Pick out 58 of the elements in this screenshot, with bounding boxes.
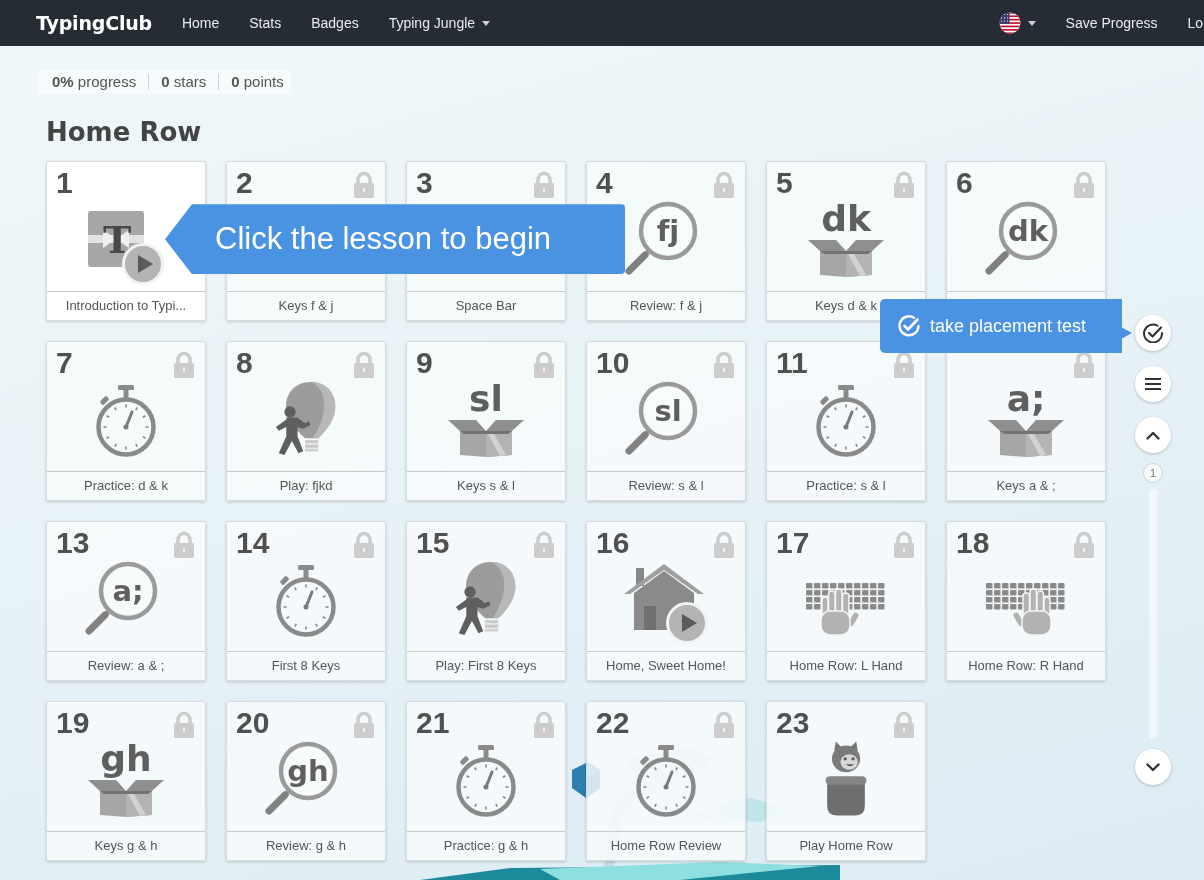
lesson-title: Home Row Review	[587, 831, 745, 861]
lesson-number: 10	[596, 348, 630, 379]
lesson-number: 22	[596, 708, 630, 739]
lesson-title: Keys a & ;	[947, 471, 1105, 501]
lesson-number: 1	[56, 168, 73, 199]
lesson-title: Play Home Row	[767, 831, 925, 861]
lesson-title: Play: First 8 Keys	[407, 651, 565, 681]
lesson-title: Keys g & h	[47, 831, 205, 861]
lesson-number: 18	[956, 528, 990, 559]
lesson-number: 9	[416, 348, 433, 379]
lesson-title: Practice: g & h	[407, 831, 565, 861]
lesson-title: Introduction to Typi...	[47, 291, 205, 321]
lesson-title: Review: s & l	[587, 471, 745, 501]
lesson-number: 13	[56, 528, 90, 559]
lesson-number: 11	[776, 348, 808, 379]
lesson-number: 8	[236, 348, 253, 379]
lesson-number: 17	[776, 528, 810, 559]
key-letters: fj	[655, 212, 681, 250]
lesson-number: 21	[416, 708, 450, 739]
lesson-title: Play: fjkd	[227, 471, 385, 501]
key-letters: dk	[1006, 212, 1050, 250]
lesson-title: Home Row: L Hand	[767, 651, 925, 681]
hint-tooltip: Click the lesson to begin	[165, 204, 625, 275]
lesson-number: 23	[776, 708, 810, 739]
lesson-number: 2	[236, 168, 253, 199]
lesson-title: Review: a & ;	[47, 651, 205, 681]
stat-text: 0 stars	[161, 72, 207, 92]
key-letters: a;	[111, 572, 145, 610]
lesson-title: Home Row: R Hand	[947, 651, 1105, 681]
lesson-number: 7	[56, 348, 73, 379]
lesson-number: 14	[236, 528, 270, 559]
lesson-number: 19	[56, 708, 90, 739]
section-title: Home Row	[46, 116, 203, 149]
lesson-title: Review: f & j	[587, 291, 745, 321]
lesson-number: 16	[596, 528, 630, 559]
stat-text: 0 points	[231, 72, 284, 92]
lesson-number: 5	[776, 168, 793, 199]
lesson-number: 20	[236, 708, 270, 739]
lesson-title: Keys s & l	[407, 471, 565, 501]
lesson-number: 6	[956, 168, 973, 199]
key-letters: sl	[653, 392, 683, 430]
stat-text: 0% progress	[52, 72, 137, 92]
lesson-title: Keys f & j	[227, 291, 385, 321]
lesson-title: Space Bar	[407, 291, 565, 321]
key-letters: sl	[469, 381, 503, 418]
key-letters: gh	[286, 752, 330, 790]
lesson-title: Home, Sweet Home!	[587, 651, 745, 681]
key-letters: a;	[1006, 381, 1046, 418]
key-letters: gh	[100, 741, 152, 778]
lesson-title: First 8 Keys	[227, 651, 385, 681]
lesson-number: 15	[416, 528, 450, 559]
lesson-title: Review: g & h	[227, 831, 385, 861]
lesson-title: Practice: s & l	[767, 471, 925, 501]
lesson-title: Practice: d & k	[47, 471, 205, 501]
tile-letter: T	[103, 221, 132, 260]
lesson-number: 3	[416, 168, 433, 199]
key-letters: dk	[821, 201, 871, 238]
lesson-number: 4	[596, 168, 613, 199]
